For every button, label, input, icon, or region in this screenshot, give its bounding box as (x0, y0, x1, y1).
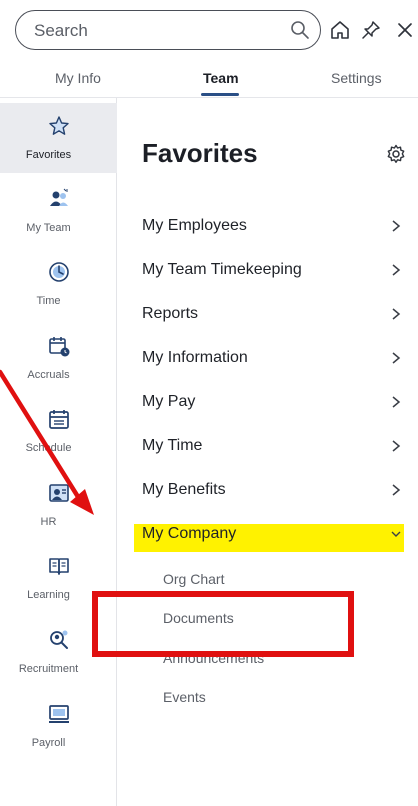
calendar-icon (49, 410, 69, 429)
chevron-right-icon (392, 352, 401, 364)
gear-icon[interactable] (386, 144, 406, 164)
search-icon[interactable] (290, 20, 310, 40)
menu-item-my-employees[interactable]: My Employees (142, 211, 408, 241)
menu-item-label: My Time (142, 437, 203, 454)
menu-item-label: My Company (142, 525, 237, 542)
top-bar: Search (0, 0, 418, 62)
sidebar-item-label: Payroll (31, 737, 66, 749)
search-input[interactable]: Search (15, 10, 321, 50)
menu-item-label: My Pay (142, 393, 196, 410)
menu-item-my-benefits[interactable]: My Benefits (142, 475, 408, 505)
menu-item-label: My Benefits (142, 481, 226, 498)
sidebar-item-label: Learning (27, 589, 70, 601)
tab-my-info[interactable]: My Info (55, 70, 101, 86)
chevron-right-icon (392, 396, 401, 408)
hr-icon (49, 484, 69, 502)
menu-item-label: My Information (142, 349, 248, 366)
favorites-panel: Favorites My Employees My Team Timekeepi… (118, 98, 418, 806)
payroll-icon (49, 705, 69, 723)
sidebar-item-label: Schedule (25, 442, 72, 454)
recruitment-icon (50, 630, 68, 649)
sidebar-item-label: HR (40, 516, 57, 528)
menu-item-my-team-timekeeping[interactable]: My Team Timekeeping (142, 255, 408, 285)
sidebar-item-payroll[interactable]: Payroll (0, 691, 117, 761)
submenu-item-events[interactable]: Events (163, 689, 206, 705)
star-icon (49, 116, 69, 135)
sidebar-item-schedule[interactable]: Schedule (0, 396, 117, 466)
chevron-right-icon (392, 264, 401, 276)
tab-settings[interactable]: Settings (331, 70, 382, 86)
sidebar-item-accruals[interactable]: Accruals (0, 323, 117, 393)
home-icon[interactable] (329, 19, 351, 41)
sidebar-item-time[interactable]: Time (0, 249, 117, 319)
chevron-down-icon (391, 531, 401, 537)
sidebar-item-my-team[interactable]: My Team (0, 176, 117, 246)
sidebar-item-hr[interactable]: HR (0, 470, 117, 540)
sidebar-item-label: My Team (26, 222, 71, 234)
tab-team[interactable]: Team (203, 70, 239, 86)
sidebar-item-label: Recruitment (18, 663, 79, 675)
submenu-item-org-chart[interactable]: Org Chart (163, 571, 224, 587)
page-title: Favorites (142, 138, 258, 168)
annotation-box (92, 591, 354, 657)
clock-icon (49, 262, 69, 282)
calendar-clock-icon (49, 337, 70, 357)
tab-bar: My Info Team Settings (0, 62, 418, 98)
sidebar-item-favorites[interactable]: Favorites (0, 103, 117, 173)
search-placeholder: Search (34, 21, 88, 40)
chevron-right-icon (392, 440, 401, 452)
menu-item-label: My Team Timekeeping (142, 261, 302, 278)
book-icon (49, 558, 69, 575)
chevron-right-icon (392, 308, 401, 320)
sidebar: Favorites My Team Time Accruals Schedule… (0, 98, 117, 806)
chevron-right-icon (392, 220, 401, 232)
menu-item-label: Reports (142, 305, 199, 322)
close-icon[interactable] (395, 19, 417, 41)
pin-icon[interactable] (360, 19, 382, 41)
menu-item-my-time[interactable]: My Time (142, 431, 408, 461)
menu-item-label: My Employees (142, 217, 247, 234)
sidebar-item-label: Accruals (27, 369, 70, 381)
menu-item-my-company[interactable]: My Company (142, 519, 408, 549)
sidebar-item-label: Time (36, 295, 61, 307)
chevron-right-icon (392, 484, 401, 496)
sidebar-item-label: Favorites (25, 149, 72, 161)
menu-item-my-pay[interactable]: My Pay (142, 387, 408, 417)
menu-item-my-information[interactable]: My Information (142, 343, 408, 373)
active-tab-indicator (201, 93, 239, 96)
menu-item-reports[interactable]: Reports (142, 299, 408, 329)
team-icon (50, 188, 68, 206)
